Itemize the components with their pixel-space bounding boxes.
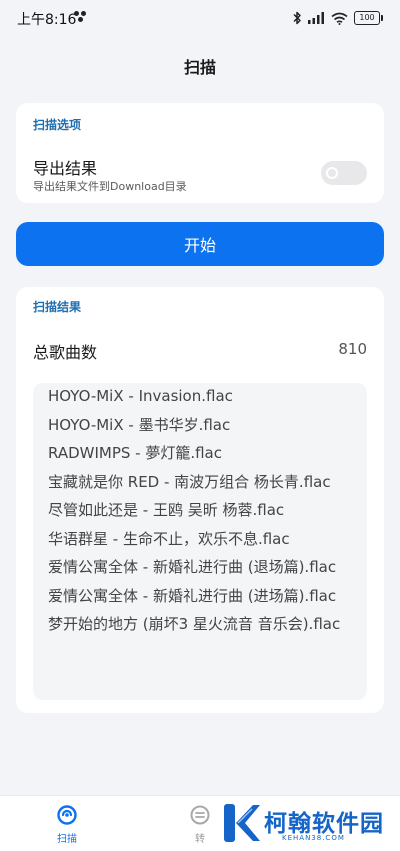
battery-icon: 100 xyxy=(354,11,383,25)
export-results-title: 导出结果 xyxy=(33,159,98,178)
list-item: 梦开始的地方 (崩坏3 星火流音 音乐会).flac xyxy=(48,615,341,633)
watermark-title: 柯翰软件园 xyxy=(264,811,384,837)
list-item: 爱情公寓全体 - 新婚礼进行曲 (退场篇).flac xyxy=(48,558,337,576)
page-title: 扫描 xyxy=(183,58,216,77)
scan-results-label: 扫描结果 xyxy=(33,300,82,314)
notification-dots-icon xyxy=(74,11,88,23)
watermark-logo-icon xyxy=(224,804,260,842)
total-songs-label: 总歌曲数 xyxy=(33,343,98,362)
scan-options-label: 扫描选项 xyxy=(33,118,82,132)
export-results-toggle[interactable] xyxy=(321,161,367,185)
signal-icon xyxy=(308,12,324,24)
scan-options-card: 扫描选项 导出结果 导出结果文件到Download目录 xyxy=(16,103,384,203)
convert-icon xyxy=(190,805,210,825)
watermark-domain: KEHAN38.COM xyxy=(282,834,345,842)
status-time: 上午8:16 xyxy=(17,12,77,28)
list-item: HOYO-MiX - Invasion.flac xyxy=(48,387,233,405)
wifi-icon xyxy=(331,12,348,25)
nav-label-scan: 扫描 xyxy=(57,834,77,845)
song-list[interactable]: HOYO-MiX - Invasion.flac HOYO-MiX - 墨书华岁… xyxy=(33,383,367,700)
toggle-knob xyxy=(326,167,338,179)
bluetooth-icon xyxy=(293,11,301,25)
nav-item-scan[interactable]: 扫描 xyxy=(44,804,90,848)
nav-item-convert[interactable]: 转 xyxy=(180,804,220,848)
list-item: HOYO-MiX - 墨书华岁.flac xyxy=(48,415,231,434)
scan-icon xyxy=(57,805,77,825)
list-item: 尽管如此还是 - 王鸥 吴昕 杨蓉.flac xyxy=(48,501,285,519)
export-results-subtitle: 导出结果文件到Download目录 xyxy=(33,180,187,193)
list-item: 华语群星 - 生命不止，欢乐不息.flac xyxy=(48,529,290,548)
status-icons: 100 xyxy=(292,10,383,26)
scan-results-card: 扫描结果 总歌曲数 810 HOYO-MiX - Invasion.flac H… xyxy=(16,287,384,713)
list-item: RADWIMPS - 夢灯籠.flac xyxy=(48,444,222,462)
status-bar: 上午8:16 100 xyxy=(0,0,400,36)
start-button[interactable]: 开始 xyxy=(16,222,384,266)
watermark: 柯翰软件园 KEHAN38.COM xyxy=(222,800,392,846)
total-songs-value: 810 xyxy=(338,340,367,358)
list-item: 爱情公寓全体 - 新婚礼进行曲 (进场篇).flac xyxy=(48,586,337,605)
list-item: 宝藏就是你 RED - 南波万组合 杨长青.flac xyxy=(48,472,331,491)
nav-label-convert: 转 xyxy=(195,834,205,845)
